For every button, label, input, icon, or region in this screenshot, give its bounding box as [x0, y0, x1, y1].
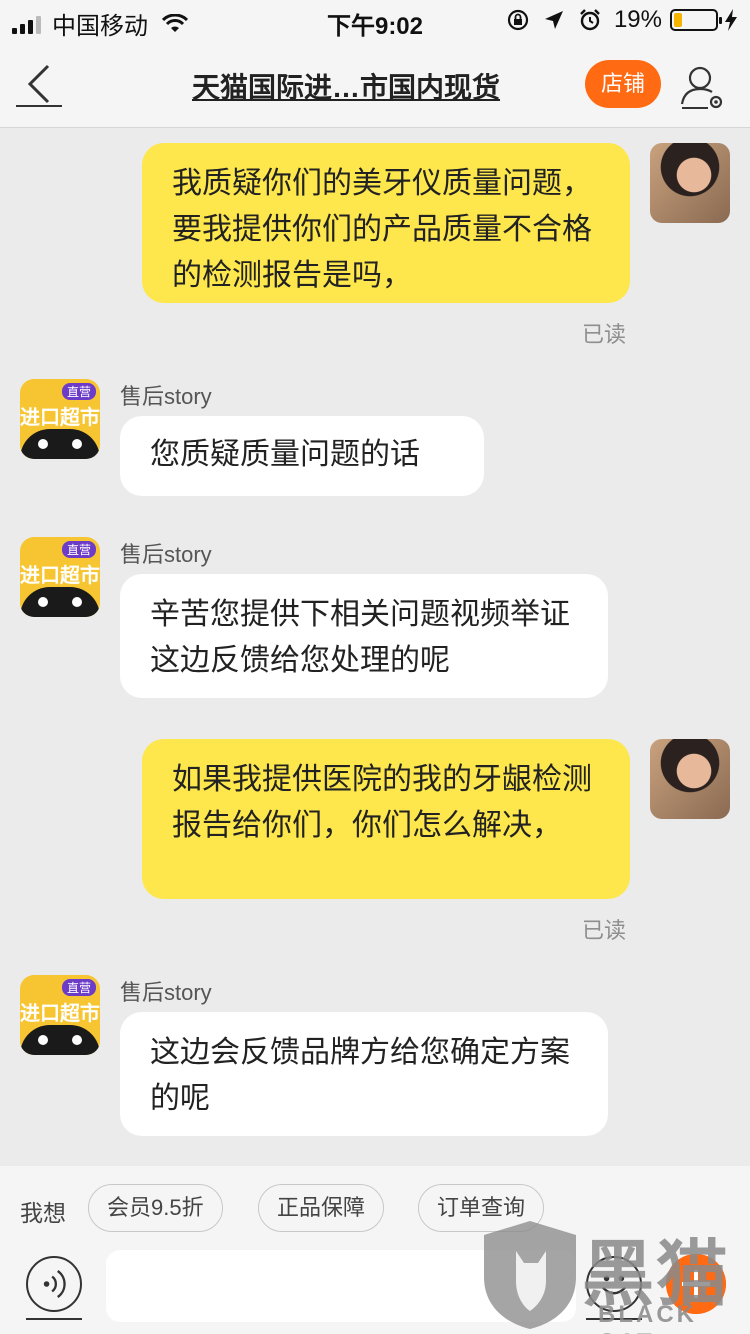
plus-icon[interactable] [666, 1254, 726, 1314]
shop-badge: 直营 [61, 979, 96, 996]
shop-message-bubble[interactable]: 这边会反馈品牌方给您确定方案的呢 [120, 1012, 608, 1136]
shop-button[interactable]: 店铺 [585, 60, 661, 108]
message-text: 辛苦您提供下相关问题视频举证 这边反馈给您处理的呢 [150, 598, 570, 677]
status-bar: 中国移动 下午9:02 19% [0, 0, 750, 40]
charging-icon [725, 9, 737, 31]
orientation-lock-icon [507, 9, 529, 31]
voice-icon[interactable] [26, 1256, 82, 1312]
battery-icon [670, 9, 722, 31]
sender-name: 售后story [120, 384, 212, 409]
emoji-icon[interactable] [586, 1256, 642, 1312]
page-title[interactable]: 天猫国际进…市国内现货 [192, 66, 500, 106]
my-message-bubble[interactable]: 如果我提供医院的我的牙龈检测报告给你们，你们怎么解决， [142, 739, 630, 899]
shop-badge: 直营 [61, 383, 96, 400]
sender-name: 售后story [120, 542, 212, 567]
emoji-underline [586, 1318, 642, 1320]
shop-message-bubble[interactable]: 辛苦您提供下相关问题视频举证 这边反馈给您处理的呢 [120, 574, 608, 698]
message-text: 您质疑质量问题的话 [150, 438, 420, 471]
tmall-cat-icon [20, 587, 100, 617]
message-text: 我质疑你们的美牙仪质量问题，要我提供你们的产品质量不合格的检测报告是吗， [172, 167, 592, 292]
chat-area[interactable]: 我质疑你们的美牙仪质量问题，要我提供你们的产品质量不合格的检测报告是吗， 已读 … [0, 129, 750, 1165]
nav-bar: 天猫国际进…市国内现货 店铺 [0, 40, 750, 128]
tmall-cat-icon [20, 1025, 100, 1055]
shop-avatar[interactable]: 直营 进口超市 [20, 537, 100, 617]
shop-badge: 直营 [61, 541, 96, 558]
alarm-icon [580, 9, 600, 31]
message-input[interactable] [106, 1250, 576, 1322]
read-status: 已读 [582, 322, 627, 347]
tmall-cat-icon [20, 429, 100, 459]
my-avatar[interactable] [650, 143, 730, 223]
battery-fill [674, 13, 682, 27]
shop-brand: 进口超市 [20, 407, 100, 429]
battery-percent: 19% [613, 6, 662, 33]
message-text: 如果我提供医院的我的牙龈检测报告给你们，你们怎么解决， [172, 763, 592, 842]
input-bar [0, 1246, 750, 1334]
profile-settings-icon[interactable] [678, 62, 726, 110]
quick-reply-bar: 我想 会员9.5折 正品保障 订单查询 [0, 1166, 750, 1246]
status-right: 19% [506, 6, 738, 34]
voice-underline [26, 1318, 82, 1320]
read-status: 已读 [582, 918, 627, 943]
shop-brand: 进口超市 [20, 565, 100, 587]
shop-avatar[interactable]: 直营 进口超市 [20, 975, 100, 1055]
location-icon [544, 11, 563, 29]
my-avatar[interactable] [650, 739, 730, 819]
my-message-bubble[interactable]: 我质疑你们的美牙仪质量问题，要我提供你们的产品质量不合格的检测报告是吗， [142, 143, 630, 303]
sender-name: 售后story [120, 980, 212, 1005]
shop-brand: 进口超市 [20, 1003, 100, 1025]
message-text: 这边会反馈品牌方给您确定方案的呢 [150, 1036, 570, 1115]
chip-order-lookup[interactable]: 订单查询 [418, 1184, 545, 1232]
chip-authentic-guarantee[interactable]: 正品保障 [258, 1184, 385, 1232]
shop-message-bubble[interactable]: 您质疑质量问题的话 [120, 416, 484, 496]
quick-reply-label: 我想 [20, 1200, 66, 1226]
chip-member-discount[interactable]: 会员9.5折 [88, 1184, 223, 1232]
back-arrow-icon[interactable] [14, 60, 64, 110]
shop-avatar[interactable]: 直营 进口超市 [20, 379, 100, 459]
